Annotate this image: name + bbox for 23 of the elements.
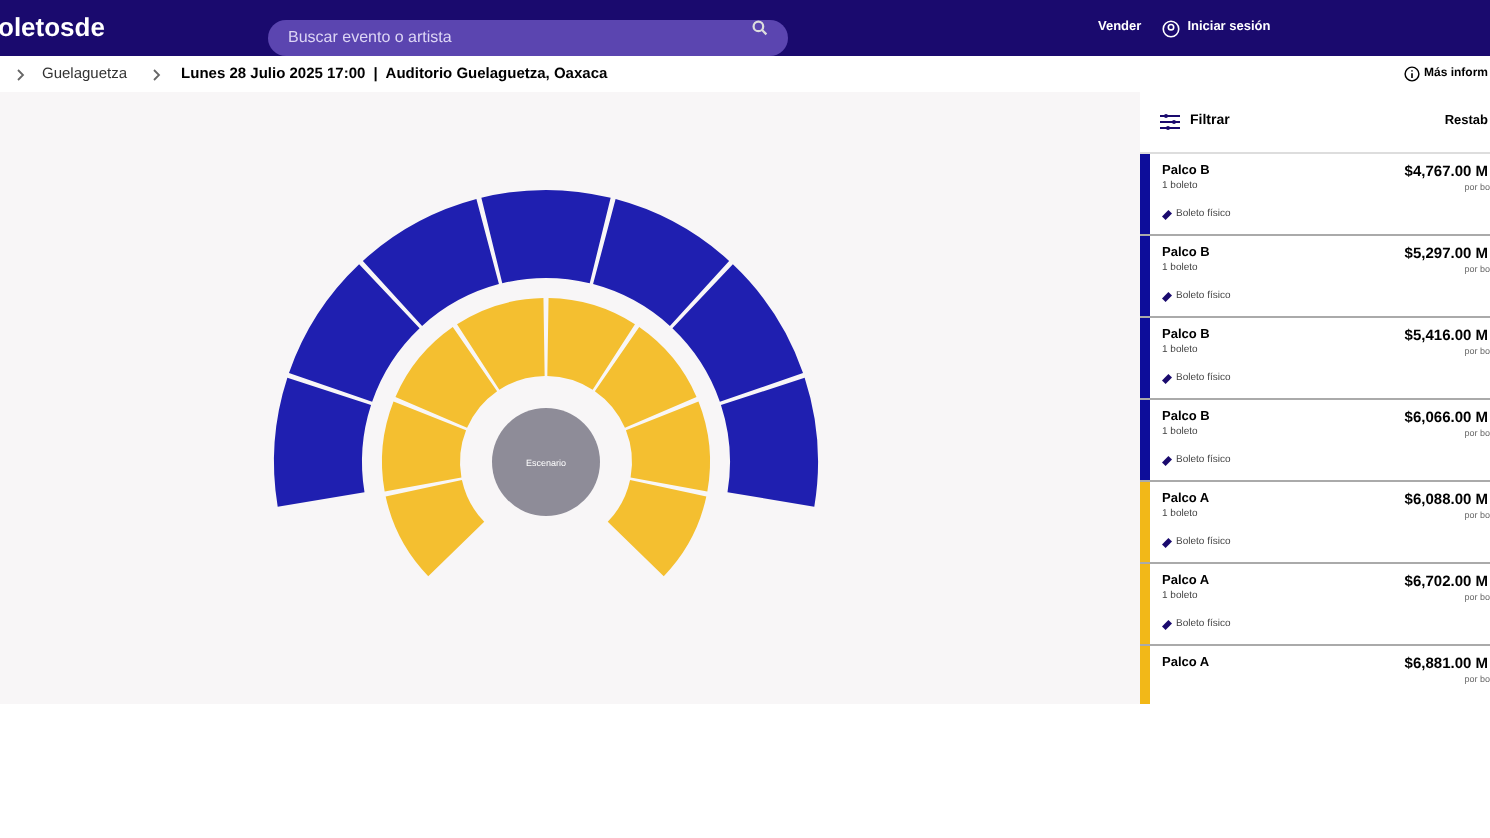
ticket-icon: [1162, 374, 1172, 385]
seat-section[interactable]: [362, 199, 499, 326]
stage-circle: [492, 408, 600, 516]
seat-section[interactable]: [481, 190, 611, 284]
ticket-icon: [1162, 456, 1172, 467]
sliders-icon: [1160, 114, 1180, 130]
ticket-icon: [1162, 292, 1172, 303]
search-icon[interactable]: [752, 20, 768, 36]
chevron-right-icon: [16, 67, 26, 81]
seat-section[interactable]: [395, 327, 498, 428]
seat-section[interactable]: [593, 199, 730, 326]
seat-section[interactable]: [720, 377, 818, 507]
info-icon: [1403, 66, 1420, 82]
seat-section[interactable]: [672, 264, 803, 402]
ticket-icon: [1162, 210, 1172, 221]
chevron-right-icon: [151, 67, 162, 81]
ticket-icon: [1162, 538, 1172, 549]
seat-section[interactable]: [594, 327, 697, 428]
search-field[interactable]: Buscar evento o artista: [268, 19, 788, 55]
user-icon: [1161, 19, 1180, 37]
ticket-icon: [1162, 620, 1172, 631]
seat-section[interactable]: [289, 264, 420, 402]
seat-section[interactable]: [274, 377, 372, 507]
